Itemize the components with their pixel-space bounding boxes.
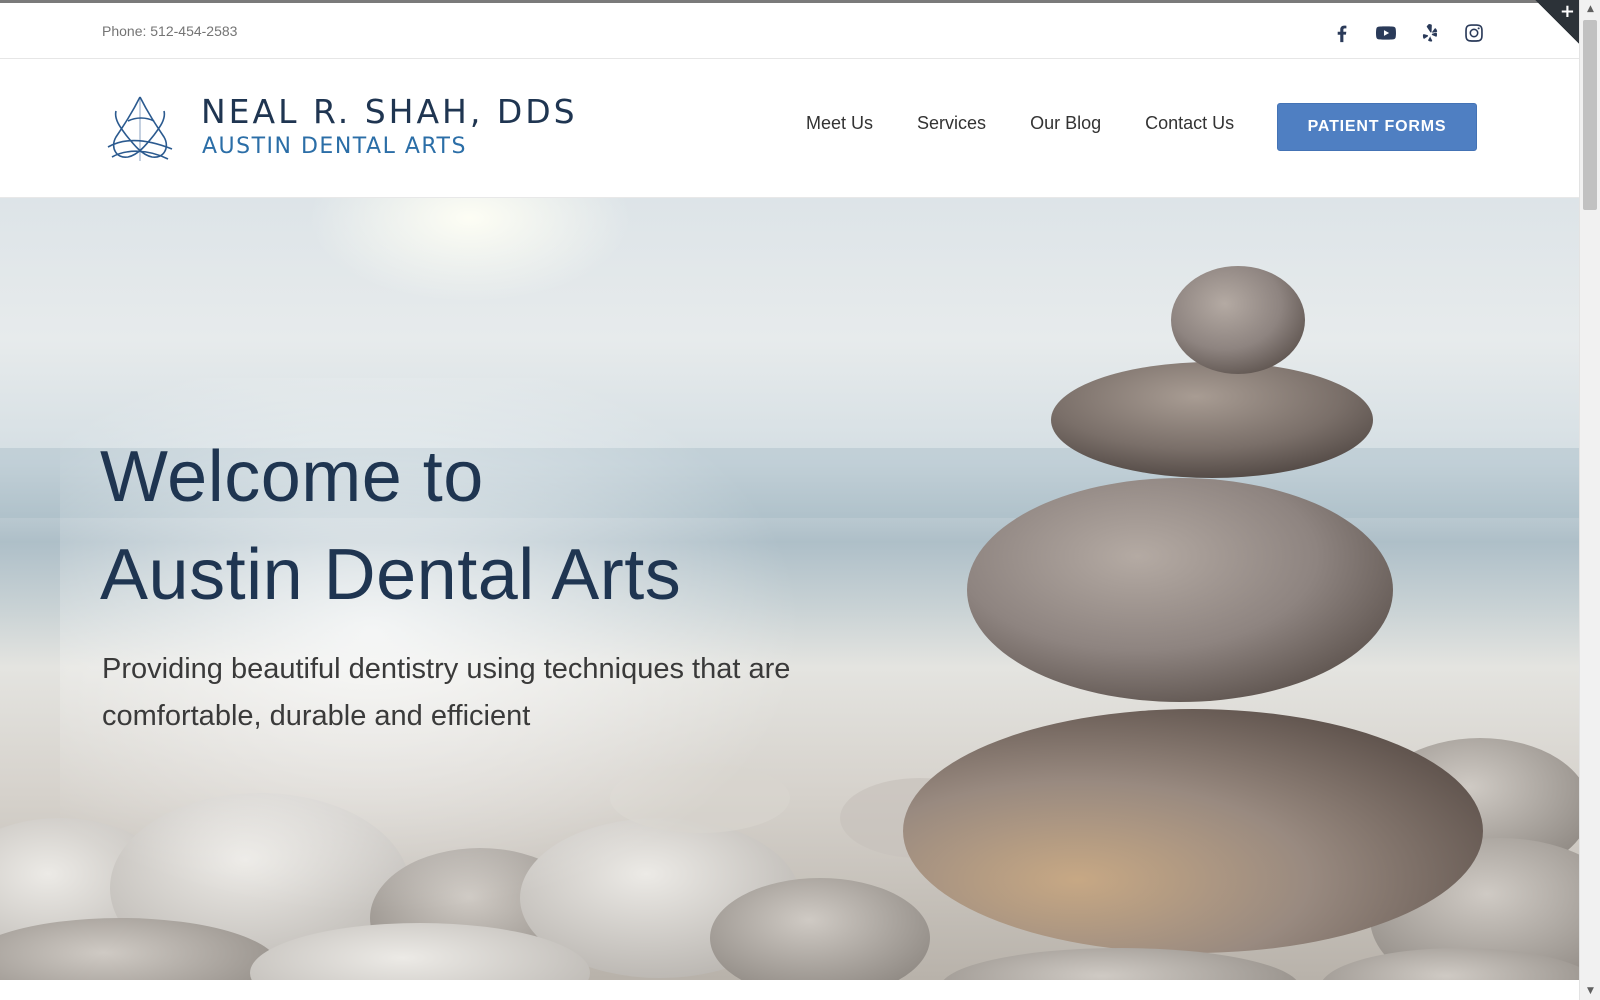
nav-services[interactable]: Services (917, 113, 986, 134)
logo-name[interactable]: NEAL R. SHAH, DDS (201, 92, 578, 131)
hero-banner: Welcome to Austin Dental Arts Providing … (0, 198, 1579, 980)
page: Phone: 512-454-2583 + NEAL R. SHAH, DDS … (0, 0, 1579, 1000)
scroll-thumb[interactable] (1583, 20, 1597, 210)
hero-subtitle: Providing beautiful dentistry using tech… (102, 653, 791, 732)
yelp-icon[interactable] (1408, 19, 1452, 47)
hero-title: Welcome to Austin Dental Arts (100, 428, 681, 624)
nav-our-blog[interactable]: Our Blog (1030, 113, 1101, 134)
phone-number[interactable]: Phone: 512-454-2583 (102, 23, 237, 39)
logo-subtitle[interactable]: AUSTIN DENTAL ARTS (202, 134, 467, 159)
plus-icon: + (1559, 1, 1575, 22)
page-scrollbar[interactable]: ▲ ▼ (1579, 0, 1600, 1000)
facebook-icon[interactable] (1320, 19, 1364, 47)
youtube-icon[interactable] (1364, 19, 1408, 47)
nav-meet-us[interactable]: Meet Us (806, 113, 873, 134)
patient-forms-button[interactable]: PATIENT FORMS (1277, 103, 1477, 151)
scroll-up-icon[interactable]: ▲ (1580, 0, 1600, 18)
social-links (1320, 19, 1496, 47)
hero-title-line-1: Welcome to (100, 437, 484, 517)
instagram-icon[interactable] (1452, 19, 1496, 47)
nav-contact-us[interactable]: Contact Us (1145, 113, 1234, 134)
hero-title-line-2: Austin Dental Arts (100, 535, 682, 615)
site-header: NEAL R. SHAH, DDS AUSTIN DENTAL ARTS Mee… (0, 59, 1579, 198)
top-bar: Phone: 512-454-2583 (0, 3, 1579, 59)
corner-toggle[interactable]: + (1535, 0, 1579, 44)
main-nav: Meet Us Services Our Blog Contact Us (806, 113, 1278, 134)
scroll-down-icon[interactable]: ▼ (1580, 982, 1600, 1000)
logo-icon[interactable] (102, 91, 178, 167)
